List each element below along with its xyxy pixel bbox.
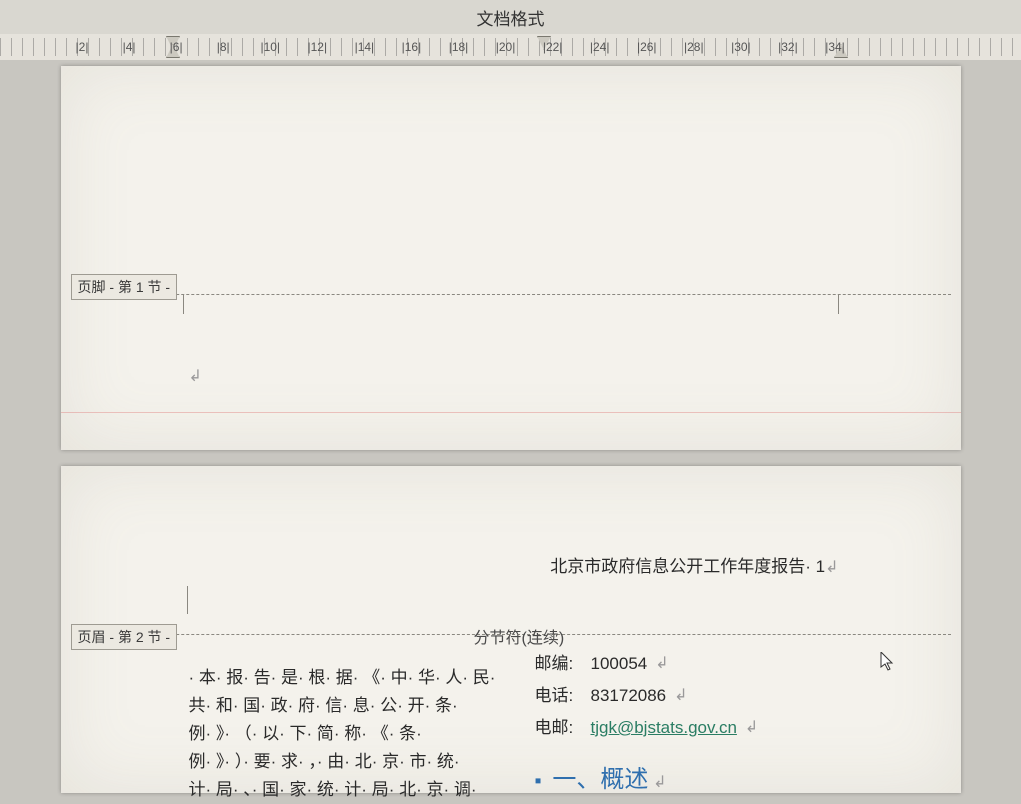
heading-one: 一、概述: [552, 766, 648, 793]
contact-phone-row: 电话: 83172086 ↲: [535, 682, 875, 710]
footer-section-label: 页脚 - 第 1 节 -: [71, 274, 178, 300]
postal-label: 邮编:: [535, 650, 583, 678]
header-section-label: 页眉 - 第 2 节 -: [71, 624, 178, 650]
footer-boundary-line: [71, 294, 951, 295]
ribbon-tab-document-format[interactable]: 文档格式: [477, 5, 545, 30]
body-text-left-column[interactable]: · 本· 报· 告· 是· 根· 据· 《· 中· 华· 人· 民· 共· 和·…: [189, 664, 499, 804]
list-bullet-icon: ▪: [535, 770, 542, 792]
paragraph-mark-icon: ↲: [674, 682, 687, 710]
email-label: 电邮:: [535, 714, 583, 742]
left-margin-crop: [187, 586, 196, 614]
ruler-label: |4|: [107, 40, 151, 54]
header-content: 北京市政府信息公开工作年度报告· 1: [550, 557, 825, 576]
page-boundary-red-line: [61, 412, 961, 413]
body-line: · 本· 报· 告· 是· 根· 据· 《· 中· 华· 人· 民·: [189, 664, 499, 692]
ruler-label: |24|: [578, 40, 622, 54]
ruler-label: |14|: [342, 40, 386, 54]
phone-value: 83172086: [591, 682, 667, 710]
page-2[interactable]: 北京市政府信息公开工作年度报告· 1↲ 页眉 - 第 2 节 - 分节符(连续)…: [61, 466, 961, 793]
paragraph-mark-icon: ↲: [189, 366, 202, 386]
postal-value: 100054: [591, 650, 648, 678]
paragraph-mark-icon: ↲: [745, 714, 758, 742]
ruler-labels: |2| |4| |6| |8| |10| |12| |14| |16| |18|…: [60, 40, 857, 54]
header-right-text[interactable]: 北京市政府信息公开工作年度报告· 1↲: [550, 552, 838, 577]
section-break-label: 分节符(连续): [474, 624, 565, 648]
phone-label: 电话:: [535, 682, 583, 710]
ruler-label: |10|: [248, 40, 292, 54]
email-link[interactable]: tjgk@bjstats.gov.cn: [591, 714, 737, 742]
ruler-label: |26|: [625, 40, 669, 54]
ruler-label: |2|: [60, 40, 104, 54]
heading-row: ▪ 一、概述 ↲: [535, 766, 875, 797]
body-text-right-column[interactable]: 邮编: 100054 ↲ 电话: 83172086 ↲ 电邮: tjgk@bjs…: [535, 650, 875, 797]
ribbon-tab-bar: 文档格式: [0, 0, 1021, 34]
ruler-label: |16|: [389, 40, 433, 54]
horizontal-ruler[interactable]: |2| |4| |6| |8| |10| |12| |14| |16| |18|…: [0, 34, 1021, 60]
contact-postal-row: 邮编: 100054 ↲: [535, 650, 875, 678]
body-line: 例· 》· ）· 要· 求· ，· 由· 北· 京· 市· 统·: [189, 748, 499, 776]
page-1[interactable]: 页脚 - 第 1 节 - ↲: [61, 66, 961, 450]
ruler-label: |20|: [484, 40, 528, 54]
right-margin-crop: [830, 294, 839, 314]
ruler-label: |28|: [672, 40, 716, 54]
ruler-label: |32|: [766, 40, 810, 54]
contact-email-row: 电邮: tjgk@bjstats.gov.cn ↲: [535, 714, 875, 742]
ruler-label: |12|: [295, 40, 339, 54]
ruler-label: |30|: [719, 40, 763, 54]
mouse-cursor-icon: [880, 652, 894, 672]
ruler-label: |18|: [437, 40, 481, 54]
ruler-label: |22|: [531, 40, 575, 54]
body-line: 共· 和· 国· 政· 府· 信· 息· 公· 开· 条·: [189, 692, 499, 720]
ruler-label: |8|: [201, 40, 245, 54]
paragraph-mark-icon: ↲: [655, 650, 668, 678]
paragraph-mark-icon: ↲: [825, 559, 838, 576]
ruler-label: |6|: [154, 40, 198, 54]
left-margin-crop: [183, 294, 192, 314]
body-line: 例· 》· （· 以· 下· 简· 称· 《· 条·: [189, 720, 499, 748]
paragraph-mark-icon: ↲: [653, 774, 666, 791]
body-line: 计· 局· 、· 国· 家· 统· 计· 局· 北· 京· 调·: [189, 776, 499, 804]
ruler-label: |34|: [813, 40, 857, 54]
page-gap: [61, 450, 961, 466]
